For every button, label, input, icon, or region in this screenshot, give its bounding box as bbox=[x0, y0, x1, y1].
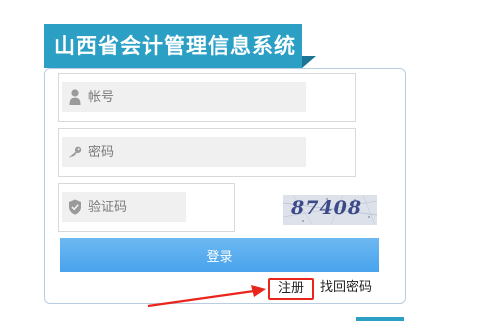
login-page: 山西省会计管理信息系统 帐号 验证码 87408 登录 注册 找回密码 bbox=[0, 0, 482, 321]
footer-accent-bar bbox=[356, 317, 404, 321]
annotation-arrow bbox=[147, 285, 266, 308]
